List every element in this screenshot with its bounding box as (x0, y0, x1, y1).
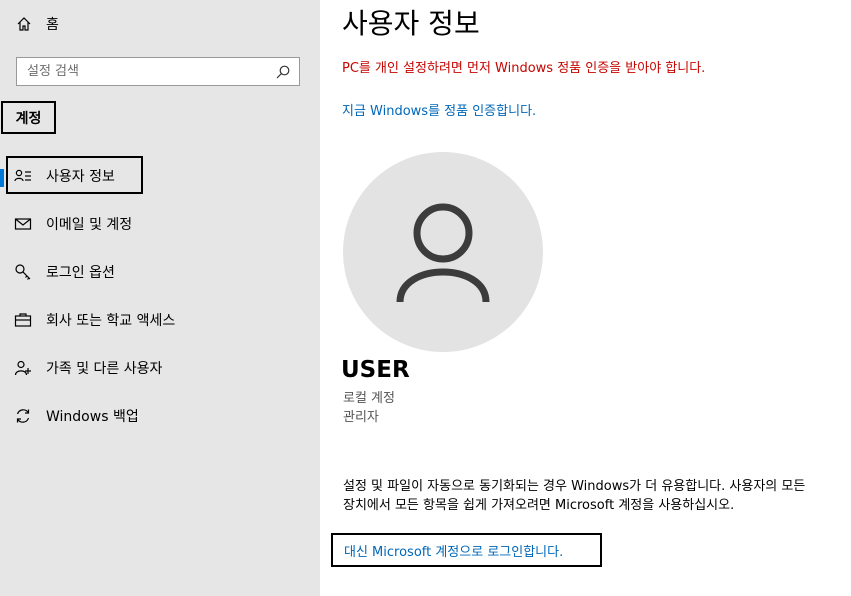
home-label: 홈 (46, 17, 59, 33)
account-role: 관리자 (343, 410, 379, 425)
settings-window: 홈 계정 사용자 정보 (0, 0, 851, 596)
person-icon (396, 203, 490, 302)
account-type: 로컬 계정 (343, 391, 395, 406)
section-heading-accounts: 계정 (1, 101, 56, 134)
page-title: 사용자 정보 (342, 7, 480, 40)
ms-signin-frame: 대신 Microsoft 계정으로 로그인합니다. (331, 533, 602, 567)
selected-indicator (0, 169, 4, 187)
mail-icon (14, 218, 32, 230)
sidebar-item-label: Windows 백업 (46, 409, 139, 425)
sidebar-item-label: 가족 및 다른 사용자 (46, 361, 163, 377)
sidebar-item-label: 사용자 정보 (46, 169, 115, 185)
search-input[interactable] (17, 58, 275, 85)
sidebar-item-work-school[interactable]: 회사 또는 학교 액세스 (0, 300, 320, 340)
sync-description: 설정 및 파일이 자동으로 동기화되는 경우 Windows가 더 유용합니다.… (343, 479, 806, 513)
briefcase-icon (14, 313, 32, 327)
sidebar: 홈 계정 사용자 정보 (0, 0, 320, 596)
sidebar-item-label: 이메일 및 계정 (46, 217, 133, 233)
sidebar-item-sign-in-options[interactable]: 로그인 옵션 (0, 252, 320, 292)
home-icon (17, 17, 31, 31)
ms-account-signin-link[interactable]: 대신 Microsoft 계정으로 로그인합니다. (344, 541, 563, 560)
sidebar-item-email-accounts[interactable]: 이메일 및 계정 (0, 204, 320, 244)
sidebar-item-user-info[interactable]: 사용자 정보 (0, 156, 320, 196)
sidebar-item-family-users[interactable]: 가족 및 다른 사용자 (0, 348, 320, 388)
activation-warning: PC를 개인 설정하려면 먼저 Windows 정품 인증을 받아야 합니다. (342, 61, 706, 76)
home-link[interactable]: 홈 (16, 12, 59, 36)
settings-search[interactable] (16, 57, 300, 86)
sync-icon (16, 409, 30, 423)
add-person-icon (14, 360, 31, 376)
sidebar-item-label: 로그인 옵션 (46, 265, 115, 281)
key-icon (15, 264, 31, 280)
sidebar-item-label: 회사 또는 학교 액세스 (46, 313, 176, 329)
user-info-icon (14, 169, 31, 182)
main-content: 사용자 정보 PC를 개인 설정하려면 먼저 Windows 정품 인증을 받아… (320, 0, 851, 596)
search-icon[interactable] (275, 64, 291, 80)
activate-windows-link[interactable]: 지금 Windows를 정품 인증합니다. (342, 100, 536, 119)
avatar (343, 152, 543, 352)
user-name: USER (341, 357, 410, 383)
sidebar-item-windows-backup[interactable]: Windows 백업 (0, 396, 320, 436)
